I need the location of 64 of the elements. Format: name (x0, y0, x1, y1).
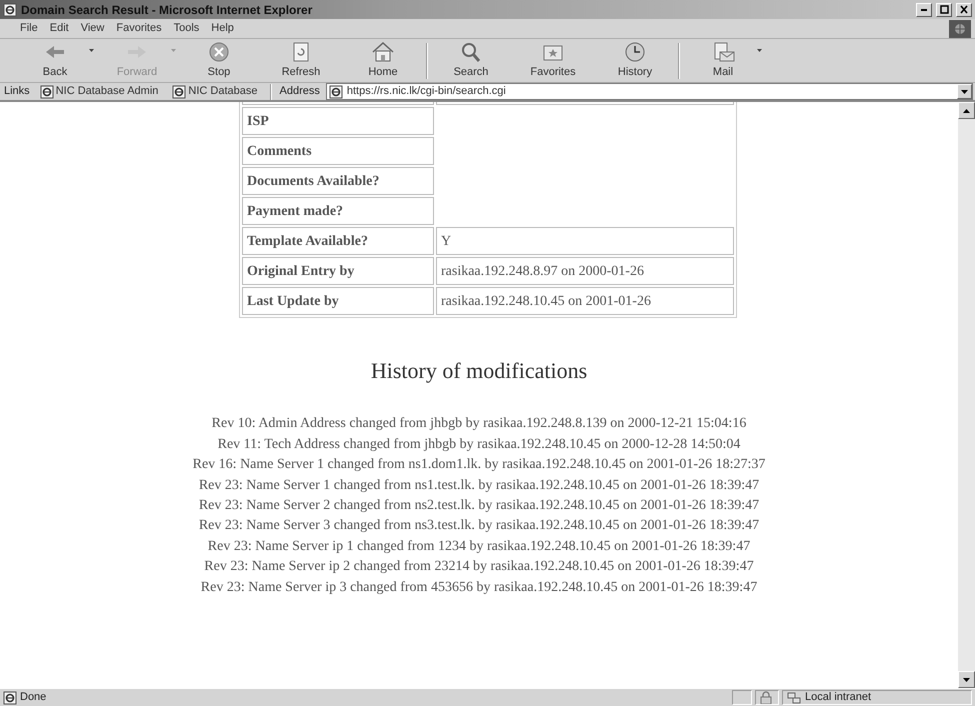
home-button[interactable]: Home (342, 40, 424, 82)
home-icon (370, 40, 396, 64)
mail-button[interactable]: Mail (682, 40, 764, 82)
section-heading: History of modifications (370, 358, 588, 384)
caret-icon (961, 90, 968, 94)
history-entry: Rev 10: Admin Address changed from jhbgb by rasikaa.192.248.8.139 on 2000-12-21 15:04:16 (210, 415, 748, 434)
table-cell: rasikaa.192.248.10.45 on 2001-01-26 (436, 287, 734, 315)
address-label: Address (280, 84, 320, 100)
history-entry: Rev 23: Name Server ip 2 changed from 23214 by rasikaa.192.248.10.45 on 2001-01-26 18:39:47 (203, 558, 755, 576)
status-text: Done (20, 690, 48, 706)
minimize-icon (921, 8, 927, 10)
history-entry: Rev 23: Name Server 2 changed from ns2.test.lk. by rasikaa.192.248.10.45 on 2001-01-26 18:39:47 (198, 497, 760, 516)
minimize-button[interactable] (916, 2, 932, 16)
network-icon (787, 692, 801, 704)
lock-icon (760, 691, 772, 704)
search-button[interactable]: Search (430, 40, 512, 82)
page-icon (328, 84, 343, 98)
page-icon (3, 690, 17, 704)
maximize-button[interactable] (936, 2, 952, 16)
link[interactable]: NIC Database (168, 83, 262, 100)
close-icon (959, 5, 969, 14)
history-entry: Rev 11: Tech Address changed from jhbgb by rasikaa.192.248.10.45 on 2000-12-28 14:50:04 (216, 436, 742, 454)
history-button[interactable]: History (594, 40, 676, 82)
link[interactable]: NIC Database Admin (36, 83, 162, 100)
stop-button[interactable]: Stop (178, 40, 260, 82)
history-entry: Rev 23: Name Server 1 changed from ns1.test.lk. by rasikaa.192.248.10.45 on 2001-01-26 18:39:47 (198, 476, 760, 495)
caret-icon (963, 678, 970, 682)
status-panel (732, 690, 752, 705)
page-icon (172, 84, 186, 98)
table-cell: rasikaa.192.248.8.97 on 2000-01-26 (436, 257, 734, 285)
scroll-down-button[interactable] (958, 671, 975, 688)
back-button[interactable]: Back (14, 40, 96, 82)
scroll-up-button[interactable] (958, 102, 975, 119)
history-entry: Rev 23: Name Server ip 3 changed from 453656 by rasikaa.192.248.10.45 on 2001-01-26 18:39:47 (200, 578, 758, 597)
dropdown-button[interactable] (957, 84, 972, 99)
history-entry: Rev 23: Name Server ip 1 changed from 1234 by rasikaa.192.248.10.45 on 2001-01-26 18:39:47 (206, 538, 752, 556)
menu-item[interactable]: Edit (44, 20, 75, 37)
window-title: Domain Search Result - Microsoft Internet Explorer (21, 2, 314, 18)
table-cell: Y (436, 227, 734, 255)
caret-icon (963, 108, 970, 112)
throbber-icon (949, 20, 971, 38)
refresh-button[interactable]: Refresh (260, 40, 342, 82)
table-cell: Documents Available? (242, 167, 434, 195)
menu-item[interactable]: Help (205, 20, 240, 37)
table-cell: ISP (242, 107, 434, 135)
menu-item[interactable]: Tools (168, 20, 206, 37)
zone-text: Local intranet (805, 690, 872, 706)
favorites-button[interactable]: Favorites (512, 40, 594, 82)
scrollbar[interactable] (958, 102, 975, 688)
table-cell: Last Update by (242, 287, 434, 315)
table-cell: Payment made? (242, 197, 434, 225)
table-cell: Template Available? (242, 227, 434, 255)
history-entry: Rev 23: Name Server 3 changed from ns3.test.lk. by rasikaa.192.248.10.45 on 2001-01-26 18:39:47 (198, 517, 760, 536)
close-button[interactable] (956, 2, 972, 16)
menu-item[interactable]: File (14, 20, 44, 37)
maximize-icon (939, 5, 949, 14)
app-icon (3, 2, 17, 16)
history-entry: Rev 16: Name Server 1 changed from ns1.dom1.lk. by rasikaa.192.248.10.45 on 2001-01-26 18:27:37 (192, 456, 766, 474)
page-icon (40, 84, 54, 98)
table-cell: Comments (242, 137, 434, 165)
links-label: Links (4, 84, 30, 100)
menu-item[interactable]: View (74, 20, 110, 37)
menu-item[interactable]: Favorites (110, 20, 168, 37)
table-cell: Original Entry by (242, 257, 434, 285)
